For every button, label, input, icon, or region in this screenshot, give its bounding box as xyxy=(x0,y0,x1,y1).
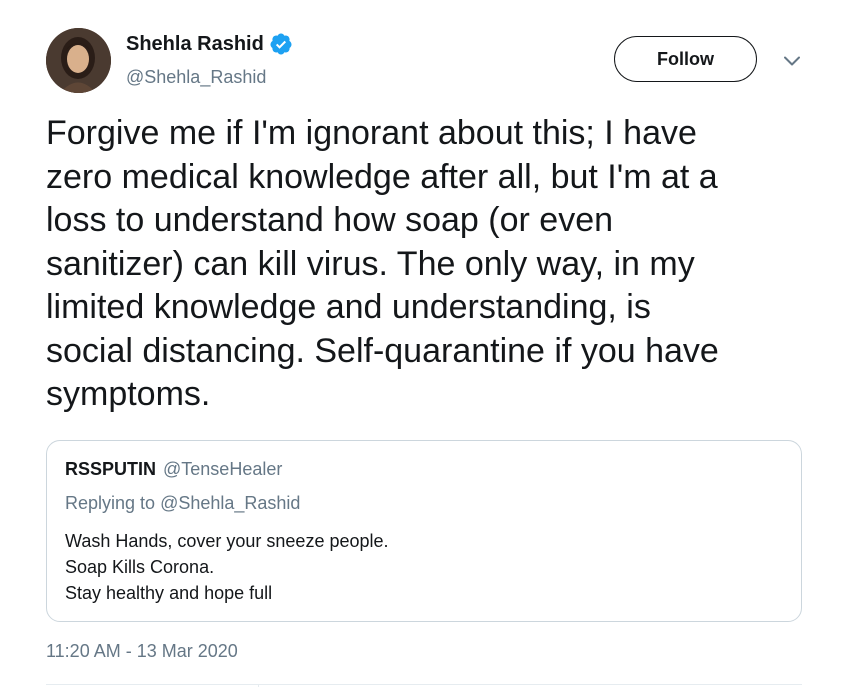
quoted-text-line: Soap Kills Corona. xyxy=(65,557,215,577)
replying-to-mention[interactable]: @Shehla_Rashid xyxy=(160,493,300,513)
more-options-button[interactable] xyxy=(778,50,806,72)
divider xyxy=(46,684,802,685)
quoted-author-handle: @TenseHealer xyxy=(163,459,283,479)
author-display-name[interactable]: Shehla Rashid xyxy=(126,31,264,57)
author-name-row: Shehla Rashid xyxy=(126,31,293,57)
tweet-text: Forgive me if I'm ignorant about this; I… xyxy=(46,114,719,413)
follow-button[interactable]: Follow xyxy=(614,36,757,82)
replying-to-prefix: Replying to xyxy=(65,493,156,513)
chevron-down-icon xyxy=(784,56,800,66)
quoted-tweet[interactable]: RSSPUTIN @TenseHealer Replying to @Shehl… xyxy=(46,440,802,622)
quoted-tweet-text: Wash Hands, cover your sneeze people. So… xyxy=(65,528,783,606)
tweet-timestamp[interactable]: 11:20 AM - 13 Mar 2020 xyxy=(46,640,238,662)
author-handle[interactable]: @Shehla_Rashid xyxy=(126,65,266,89)
quoted-text-line: Wash Hands, cover your sneeze people. xyxy=(65,531,389,551)
avatar-image xyxy=(46,28,111,93)
quoted-tweet-header: RSSPUTIN @TenseHealer xyxy=(65,459,783,481)
quoted-text-line: Stay healthy and hope full xyxy=(65,583,273,603)
quoted-author-name: RSSPUTIN xyxy=(65,459,157,479)
verified-badge-icon xyxy=(270,33,292,55)
avatar[interactable] xyxy=(46,28,111,93)
replying-to: Replying to @Shehla_Rashid xyxy=(65,492,783,514)
tweet-card: Shehla Rashid @Shehla_Rashid Follow Forg… xyxy=(0,0,857,687)
